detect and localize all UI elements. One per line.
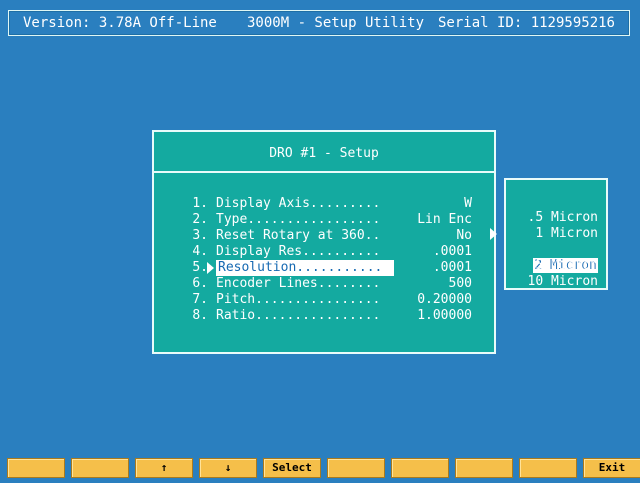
fkey-6-button[interactable] bbox=[327, 458, 385, 478]
fkey-8-button[interactable] bbox=[455, 458, 513, 478]
selection-arrow-icon bbox=[490, 228, 498, 240]
menu-item-resolution[interactable]: 5. Resolution........... .0001 bbox=[154, 260, 494, 276]
menu-item-number: 2. bbox=[192, 212, 208, 227]
menu-item-encoder-lines[interactable]: 6. Encoder Lines........ 500 bbox=[154, 276, 494, 292]
fkey-2-button[interactable] bbox=[71, 458, 129, 478]
fkey-7-button[interactable] bbox=[391, 458, 449, 478]
option-0-5-micron[interactable]: .5 Micron bbox=[496, 194, 598, 225]
menu-item-label: Ratio................ bbox=[216, 308, 381, 323]
menu-item-value: 1.00000 bbox=[417, 308, 472, 323]
version-text: Version: 3.78A Off-Line bbox=[23, 15, 217, 31]
fkey-1-button[interactable] bbox=[7, 458, 65, 478]
selection-arrow-icon bbox=[207, 262, 214, 274]
serial-id: Serial ID: 1129595216 bbox=[437, 15, 615, 31]
menu-item-number: 1. bbox=[192, 196, 208, 211]
resolution-options-panel: .5 Micron 1 Micron 2 Micron 5 Micron 10 … bbox=[490, 178, 608, 290]
menu-item-number: 5. bbox=[192, 260, 208, 275]
menu-item-number: 6. bbox=[192, 276, 208, 291]
menu-item-label: Resolution........... bbox=[216, 260, 394, 276]
menu-item-value: .0001 bbox=[432, 244, 472, 259]
menu-item-value: No bbox=[456, 228, 472, 243]
fkey-up-button[interactable]: ↑ bbox=[135, 458, 193, 478]
fkey-select-button[interactable]: Select bbox=[263, 458, 321, 478]
option-label: 10 Micron bbox=[527, 274, 598, 289]
menu-item-label: Pitch................ bbox=[216, 292, 381, 307]
menu-item-label: Encoder Lines........ bbox=[216, 276, 381, 291]
menu-item-display-res[interactable]: 4. Display Res.......... .0001 bbox=[154, 244, 494, 260]
menu-item-value: .0001 bbox=[432, 260, 472, 275]
menu-item-pitch[interactable]: 7. Pitch................ 0.20000 bbox=[154, 292, 494, 308]
fkey-exit-button[interactable]: Exit bbox=[583, 458, 640, 478]
fkey-down-button[interactable]: ↓ bbox=[199, 458, 257, 478]
fkey-9-button[interactable] bbox=[519, 458, 577, 478]
menu-item-reset-rotary[interactable]: 3. Reset Rotary at 360.. No bbox=[154, 228, 494, 244]
menu-item-type[interactable]: 2. Type................. Lin Enc bbox=[154, 212, 494, 228]
app-title: 3000M - Setup Utility bbox=[247, 15, 425, 31]
menu-item-label: Display Res.......... bbox=[216, 244, 381, 259]
menu-item-value: W bbox=[464, 196, 472, 211]
menu-item-number: 8. bbox=[192, 308, 208, 323]
menu-item-ratio[interactable]: 8. Ratio................ 1.00000 bbox=[154, 308, 494, 324]
dro-setup-panel: DRO #1 - Setup 1. Display Axis......... … bbox=[152, 130, 496, 354]
menu-item-label: Display Axis......... bbox=[216, 196, 381, 211]
function-key-bar: ↑ ↓ Select Exit bbox=[0, 458, 640, 478]
option-1-micron[interactable]: 1 Micron bbox=[504, 210, 598, 241]
dro-panel-title: DRO #1 - Setup bbox=[154, 132, 494, 173]
menu-item-number: 4. bbox=[192, 244, 208, 259]
option-5-micron[interactable]: 5 Micron bbox=[504, 242, 598, 273]
menu-item-value: 500 bbox=[448, 276, 472, 291]
menu-item-label: Reset Rotary at 360.. bbox=[216, 228, 381, 243]
option-10-micron[interactable]: 10 Micron bbox=[496, 258, 598, 289]
menu-item-value: 0.20000 bbox=[417, 292, 472, 307]
option-2-micron[interactable]: 2 Micron bbox=[490, 226, 598, 273]
menu-item-value: Lin Enc bbox=[417, 212, 472, 227]
menu-item-number: 7. bbox=[192, 292, 208, 307]
menu-item-number: 3. bbox=[192, 228, 208, 243]
menu-item-label: Type................. bbox=[216, 212, 381, 227]
title-bar: Version: 3.78A Off-Line 3000M - Setup Ut… bbox=[8, 10, 630, 36]
menu-item-display-axis[interactable]: 1. Display Axis......... W bbox=[154, 196, 494, 212]
